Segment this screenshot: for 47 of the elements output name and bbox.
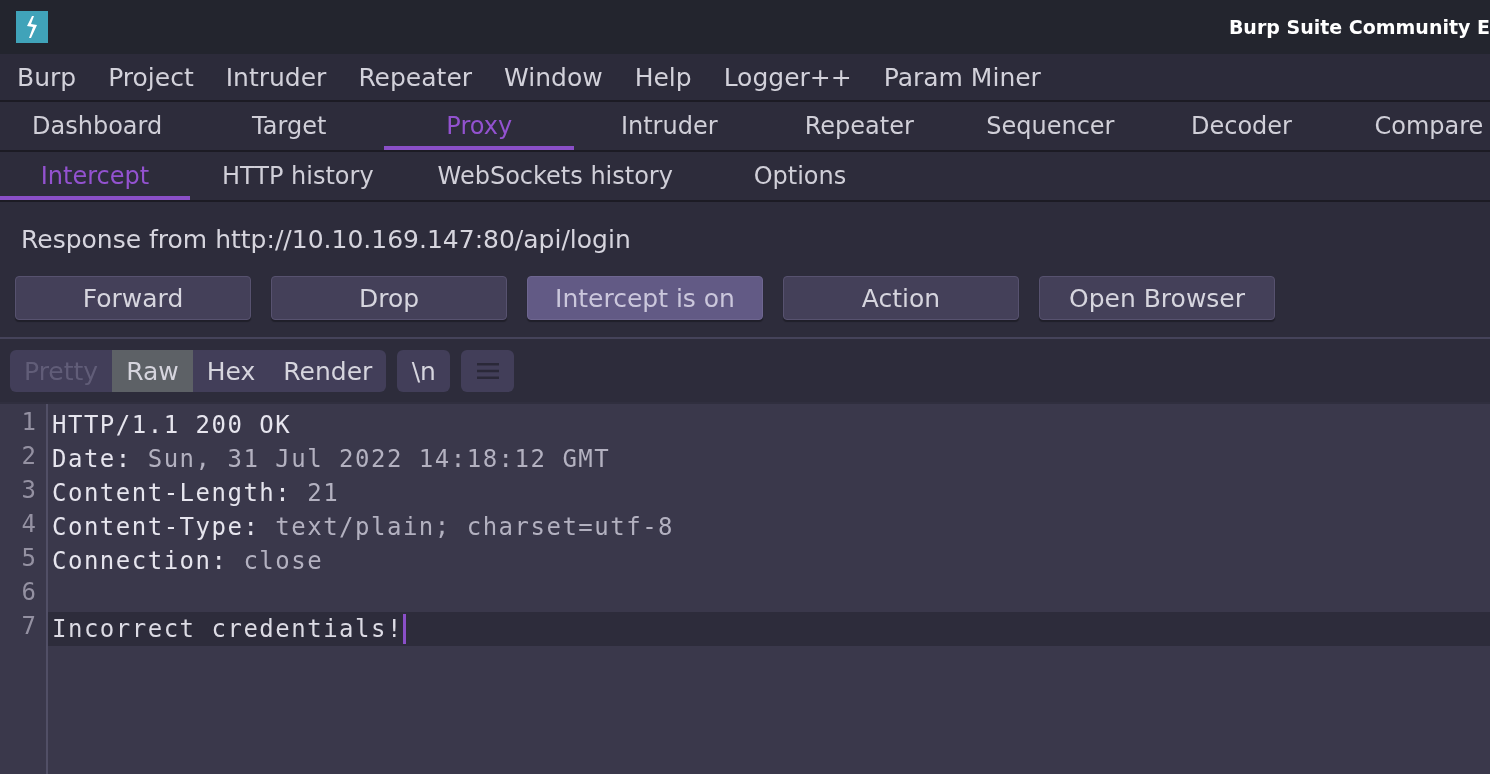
- code-line: HTTP/1.1 200 OK: [52, 410, 292, 440]
- menu-button[interactable]: [461, 350, 515, 392]
- action-button[interactable]: Action: [783, 276, 1019, 320]
- action-button[interactable]: Open Browser: [1039, 276, 1275, 320]
- menu-item[interactable]: Repeater: [342, 54, 489, 100]
- view-mode-tab[interactable]: Raw: [112, 350, 193, 392]
- line-number: 2: [21, 442, 36, 470]
- tab[interactable]: Sequencer: [954, 102, 1147, 150]
- line-number: 1: [21, 408, 36, 436]
- newline-button[interactable]: \n: [397, 350, 451, 392]
- tab[interactable]: Target: [194, 102, 385, 150]
- action-button[interactable]: Drop: [271, 276, 507, 320]
- menu-item[interactable]: Window: [488, 54, 619, 100]
- action-button[interactable]: Forward: [15, 276, 251, 320]
- line-number: 3: [21, 476, 36, 504]
- menu-item[interactable]: Project: [92, 54, 210, 100]
- menu-icon: [476, 363, 499, 379]
- tab[interactable]: Decoder: [1146, 102, 1337, 150]
- tab[interactable]: WebSockets history: [405, 152, 705, 200]
- view-mode-tab[interactable]: Hex: [192, 350, 270, 392]
- tab[interactable]: Dashboard: [0, 102, 195, 150]
- line-number: 5: [21, 544, 36, 572]
- message-editor[interactable]: 1 2 3 4 5 6 7 HTTP/1.1 200 OK Date: Sun, 31 Jul 2022 14:18:12 GMT Content-Length: 21 Content-Type: text/plain; charset=utf-8 Connection: close Incorrect credentials!: [0, 402, 1490, 774]
- code-line: Incorrect credentials!: [52, 614, 403, 644]
- menu-item[interactable]: Param Miner: [867, 54, 1057, 100]
- menu-item[interactable]: Burp: [1, 54, 93, 100]
- text-caret: [402, 614, 406, 644]
- intercept-status-text: Response from http://10.10.169.147:80/api/login: [21, 226, 631, 254]
- line-number: 7: [21, 612, 36, 640]
- code-line: Content-Type: text/plain; charset=utf-8: [52, 512, 675, 542]
- code-line: Date: Sun, 31 Jul 2022 14:18:12 GMT: [52, 444, 611, 474]
- tab[interactable]: Repeater: [764, 102, 955, 150]
- code-line: Connection: close: [52, 546, 324, 576]
- code-line: Content-Length: 21: [52, 478, 340, 508]
- menu-item[interactable]: Intruder: [209, 54, 343, 100]
- menu-item[interactable]: Help: [618, 54, 708, 100]
- window-title: Burp Suite Community E: [1228, 16, 1490, 38]
- tab[interactable]: Intruder: [574, 102, 765, 150]
- tab[interactable]: Compare: [1336, 102, 1490, 150]
- view-mode-tab[interactable]: Render: [269, 350, 387, 392]
- line-number: 4: [21, 510, 36, 538]
- line-number: 6: [21, 578, 36, 606]
- toggle-button[interactable]: Intercept is on: [527, 276, 763, 320]
- lightning-bolt-icon: [16, 11, 48, 43]
- menu-item[interactable]: Logger++: [707, 54, 868, 100]
- tab[interactable]: Options: [704, 152, 895, 200]
- tab[interactable]: HTTP history: [190, 152, 406, 200]
